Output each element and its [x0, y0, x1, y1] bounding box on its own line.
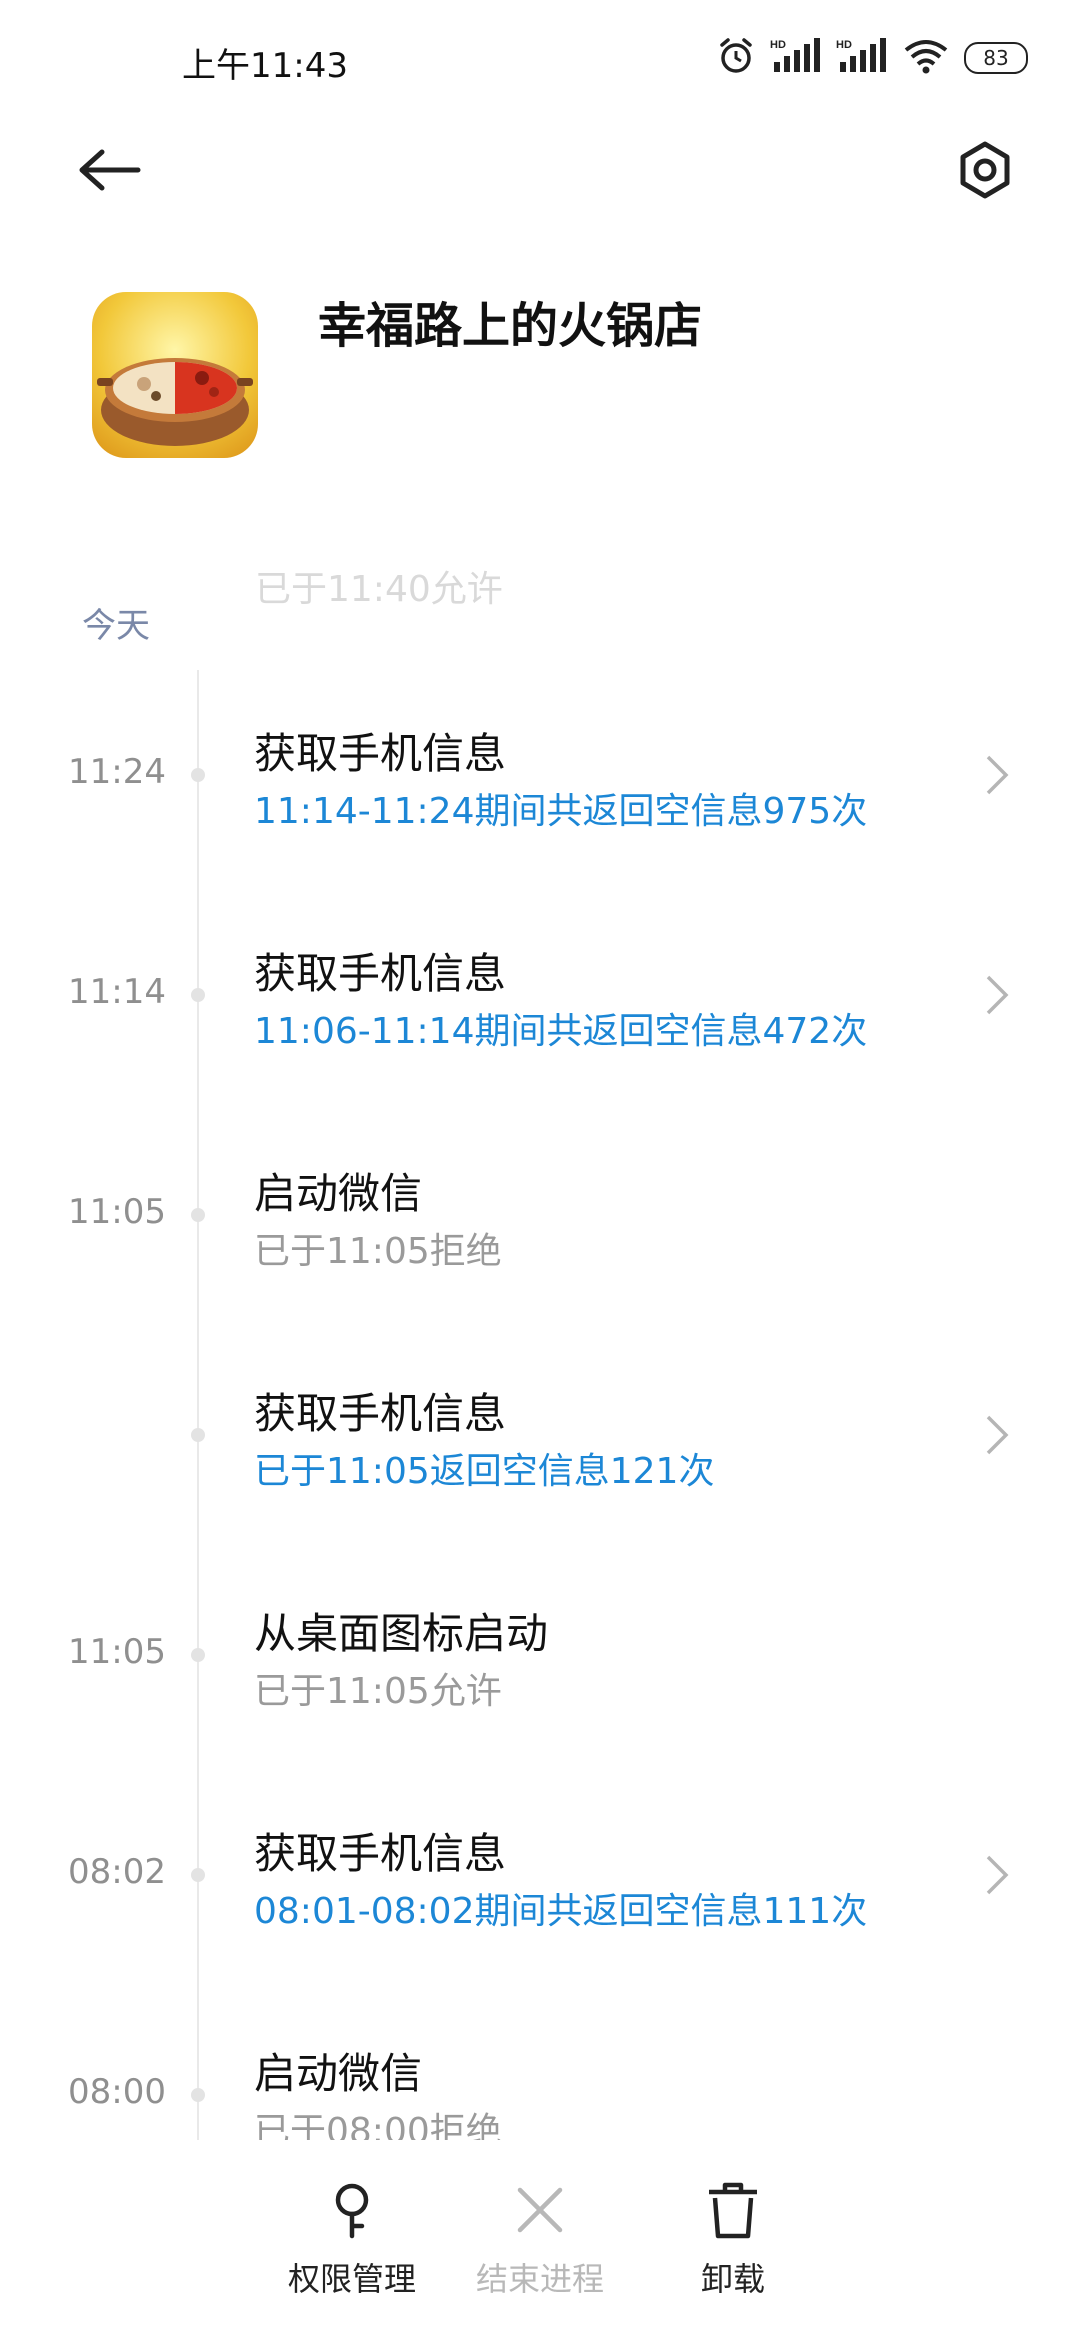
timeline-dot [191, 1648, 205, 1662]
back-arrow-icon [79, 149, 141, 191]
timeline-dot [191, 768, 205, 782]
timeline-title: 获取手机信息 [254, 1829, 507, 1878]
end-process-button[interactable]: 结束进程 [440, 2180, 640, 2300]
timeline-time: 11:14 [68, 972, 166, 1012]
timeline-title: 从桌面图标启动 [254, 1609, 549, 1658]
permission-management-button[interactable]: 权限管理 [252, 2180, 452, 2300]
status-bar: 上午11:43 HD HD 83 [0, 0, 1080, 120]
trash-icon [709, 2182, 757, 2239]
timeline-item[interactable]: 11:14 获取手机信息 11:06-11:14期间共返回空信息472次 [0, 890, 1080, 1090]
status-icons: HD HD 83 [716, 34, 1028, 82]
timeline-dot [191, 2088, 205, 2102]
timeline-time: 08:00 [68, 2072, 166, 2112]
key-icon [335, 2183, 369, 2239]
status-time: 上午11:43 [182, 46, 348, 86]
timeline-item: 11:05 从桌面图标启动 已于11:05允许 [0, 1550, 1080, 1750]
timeline-item: 11:05 启动微信 已于11:05拒绝 [0, 1110, 1080, 1310]
wifi-icon [902, 36, 950, 80]
section-label-today: 今天 [82, 606, 150, 646]
close-x-icon [517, 2187, 563, 2233]
chevron-right-icon [986, 1855, 1009, 1895]
timeline-title: 获取手机信息 [254, 949, 507, 998]
timeline-title: 启动微信 [254, 2049, 423, 2098]
timeline-subtitle: 08:01-08:02期间共返回空信息111次 [254, 1891, 868, 1932]
timeline-time: 08:02 [68, 1852, 166, 1892]
timeline-item[interactable]: 11:24 获取手机信息 11:14-11:24期间共返回空信息975次 [0, 670, 1080, 870]
uninstall-label: 卸载 [700, 2260, 765, 2298]
hotpot-app-icon [92, 292, 258, 458]
timeline-dot [191, 1868, 205, 1882]
timeline-title: 获取手机信息 [254, 729, 507, 778]
timeline-subtitle: 已于11:05拒绝 [254, 1231, 502, 1272]
timeline-dot [191, 1428, 205, 1442]
timeline-time: 11:05 [68, 1192, 166, 1232]
alarm-icon [716, 36, 756, 80]
back-button[interactable] [70, 140, 150, 200]
app-behavior-page: 上午11:43 HD HD 83 幸福路上的火锅店 已于11:40允许 今天 1… [0, 0, 1080, 2340]
timeline-dot [191, 1208, 205, 1222]
svg-text:HD: HD [836, 39, 852, 51]
app-name: 幸福路上的火锅店 [318, 298, 703, 354]
svg-text:HD: HD [770, 39, 786, 51]
end-process-label: 结束进程 [475, 2260, 604, 2298]
timeline-title: 启动微信 [254, 1169, 423, 1218]
battery-icon: 83 [964, 42, 1028, 74]
chevron-right-icon [986, 755, 1009, 795]
hd-signal-icon: HD [770, 36, 822, 80]
timeline-subtitle: 11:14-11:24期间共返回空信息975次 [254, 791, 868, 832]
timeline-subtitle: 11:06-11:14期间共返回空信息472次 [254, 1011, 868, 1052]
hd-signal-icon: HD [836, 36, 888, 80]
timeline-title: 获取手机信息 [254, 1389, 507, 1438]
timeline-subtitle: 已于11:05允许 [254, 1671, 502, 1712]
timeline-item[interactable]: 获取手机信息 已于11:05返回空信息121次 [0, 1330, 1080, 1530]
timeline-item[interactable]: 08:02 获取手机信息 08:01-08:02期间共返回空信息111次 [0, 1770, 1080, 1970]
chevron-right-icon [986, 1415, 1009, 1455]
uninstall-button[interactable]: 卸载 [633, 2180, 833, 2300]
settings-button[interactable] [950, 135, 1020, 205]
timeline-time: 11:24 [68, 752, 166, 792]
settings-gear-icon [960, 141, 1010, 199]
chevron-right-icon [986, 975, 1009, 1015]
timeline-dot [191, 988, 205, 1002]
timeline-time: 11:05 [68, 1632, 166, 1672]
faded-top-entry: 已于11:40允许 [255, 569, 503, 610]
timeline-subtitle: 已于11:05返回空信息121次 [254, 1451, 715, 1492]
permission-management-label: 权限管理 [287, 2260, 416, 2298]
